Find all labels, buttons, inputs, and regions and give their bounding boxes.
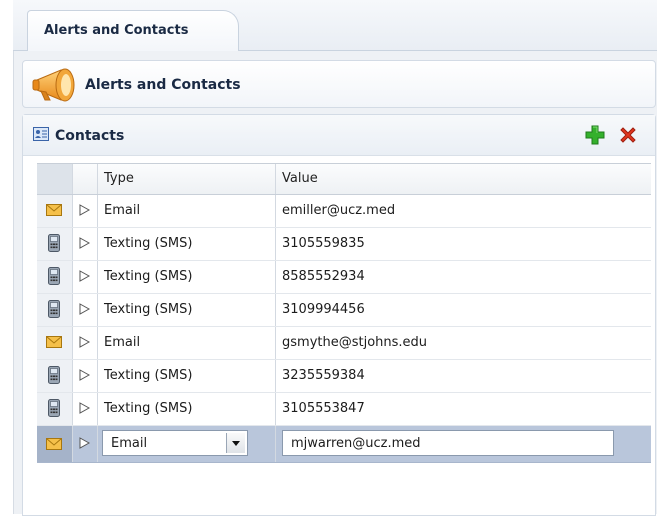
row-icon-cell xyxy=(37,360,73,392)
type-cell: Texting (SMS) xyxy=(98,228,276,260)
type-text: Texting (SMS) xyxy=(104,368,193,383)
type-cell: Email xyxy=(98,426,276,462)
table-header: Type Value xyxy=(37,163,651,195)
type-cell: Texting (SMS) xyxy=(98,261,276,293)
expand-arrow-icon xyxy=(79,204,90,216)
email-envelope-icon xyxy=(46,336,62,348)
value-cell: 8585552934 xyxy=(276,261,651,293)
table-row[interactable]: Texting (SMS) 3105559835 xyxy=(37,228,651,261)
row-expand-cell[interactable] xyxy=(73,195,98,227)
plus-icon[interactable] xyxy=(585,125,605,145)
row-icon-cell xyxy=(37,327,73,359)
type-text: Texting (SMS) xyxy=(104,302,193,317)
table-row[interactable]: Email emiller@ucz.med xyxy=(37,195,651,228)
row-expand-cell[interactable] xyxy=(73,426,98,462)
value-text: 3105553847 xyxy=(282,401,365,416)
email-envelope-icon xyxy=(46,438,62,450)
type-text: Email xyxy=(104,203,141,218)
value-text: 3109994456 xyxy=(282,302,365,317)
row-expand-cell[interactable] xyxy=(73,327,98,359)
section-header: Alerts and Contacts xyxy=(22,60,656,108)
header-expand-col xyxy=(73,164,98,194)
tab-alerts-and-contacts[interactable]: Alerts and Contacts xyxy=(27,10,239,51)
expand-arrow-icon xyxy=(79,303,90,315)
value-cell: 3105559835 xyxy=(276,228,651,260)
mobile-phone-icon xyxy=(48,234,60,252)
megaphone-icon xyxy=(32,68,75,102)
type-cell: Email xyxy=(98,327,276,359)
value-input[interactable] xyxy=(282,430,614,456)
type-cell: Texting (SMS) xyxy=(98,393,276,425)
contacts-card-icon xyxy=(33,127,49,141)
type-text: Texting (SMS) xyxy=(104,269,193,284)
table-row[interactable]: Email gsmythe@stjohns.edu xyxy=(37,327,651,360)
value-text: 3235559384 xyxy=(282,368,365,383)
value-text: 3105559835 xyxy=(282,236,365,251)
value-cell: emiller@ucz.med xyxy=(276,195,651,227)
contacts-panel: Contacts Type Value Email emiller@ucz.med… xyxy=(22,114,656,516)
tab-strip: Alerts and Contacts xyxy=(13,0,657,51)
row-icon-cell xyxy=(37,393,73,425)
mobile-phone-icon xyxy=(48,300,60,318)
column-header-type[interactable]: Type xyxy=(98,164,276,194)
delete-x-icon[interactable] xyxy=(619,126,637,144)
row-expand-cell[interactable] xyxy=(73,228,98,260)
value-cell: gsmythe@stjohns.edu xyxy=(276,327,651,359)
row-expand-cell[interactable] xyxy=(73,393,98,425)
mobile-phone-icon xyxy=(48,366,60,384)
table-row[interactable]: Texting (SMS) 3235559384 xyxy=(37,360,651,393)
value-text: 8585552934 xyxy=(282,269,365,284)
value-cell: 3109994456 xyxy=(276,294,651,326)
type-cell: Texting (SMS) xyxy=(98,294,276,326)
expand-arrow-icon xyxy=(79,270,90,282)
table-body: Email emiller@ucz.med Texting (SMS) 3105559… xyxy=(37,195,651,426)
email-envelope-icon xyxy=(46,204,62,216)
expand-arrow-icon xyxy=(79,437,90,449)
expand-arrow-icon xyxy=(79,336,90,348)
contacts-table: Type Value Email emiller@ucz.med Texting (… xyxy=(37,163,651,463)
table-row[interactable]: Texting (SMS) 8585552934 xyxy=(37,261,651,294)
row-icon-cell xyxy=(37,261,73,293)
value-cell: 3105553847 xyxy=(276,393,651,425)
value-text: emiller@ucz.med xyxy=(282,203,396,218)
row-expand-cell[interactable] xyxy=(73,261,98,293)
section-title: Alerts and Contacts xyxy=(85,77,241,93)
value-text: gsmythe@stjohns.edu xyxy=(282,335,428,350)
mobile-phone-icon xyxy=(48,267,60,285)
header-icon-col xyxy=(37,164,73,194)
contacts-title: Contacts xyxy=(55,128,125,144)
row-icon-cell xyxy=(37,195,73,227)
value-cell: 3235559384 xyxy=(276,360,651,392)
mobile-phone-icon xyxy=(48,399,60,417)
row-icon-cell xyxy=(37,426,73,462)
type-text: Texting (SMS) xyxy=(104,236,193,251)
row-expand-cell[interactable] xyxy=(73,360,98,392)
type-cell: Texting (SMS) xyxy=(98,360,276,392)
tab-label: Alerts and Contacts xyxy=(44,23,189,38)
expand-arrow-icon xyxy=(79,237,90,249)
value-cell xyxy=(276,426,651,462)
chevron-down-icon[interactable] xyxy=(226,433,245,453)
table-row[interactable]: Texting (SMS) 3105553847 xyxy=(37,393,651,426)
row-icon-cell xyxy=(37,228,73,260)
type-text: Texting (SMS) xyxy=(104,401,193,416)
row-expand-cell[interactable] xyxy=(73,294,98,326)
expand-arrow-icon xyxy=(79,402,90,414)
row-icon-cell xyxy=(37,294,73,326)
table-row[interactable]: Texting (SMS) 3109994456 xyxy=(37,294,651,327)
table-row-editing[interactable]: Email xyxy=(37,426,651,463)
expand-arrow-icon xyxy=(79,369,90,381)
type-cell: Email xyxy=(98,195,276,227)
type-select-value: Email xyxy=(111,436,148,451)
type-text: Email xyxy=(104,335,141,350)
column-header-value[interactable]: Value xyxy=(276,164,651,194)
type-select[interactable]: Email xyxy=(102,430,248,456)
contacts-panel-header: Contacts xyxy=(23,115,655,156)
